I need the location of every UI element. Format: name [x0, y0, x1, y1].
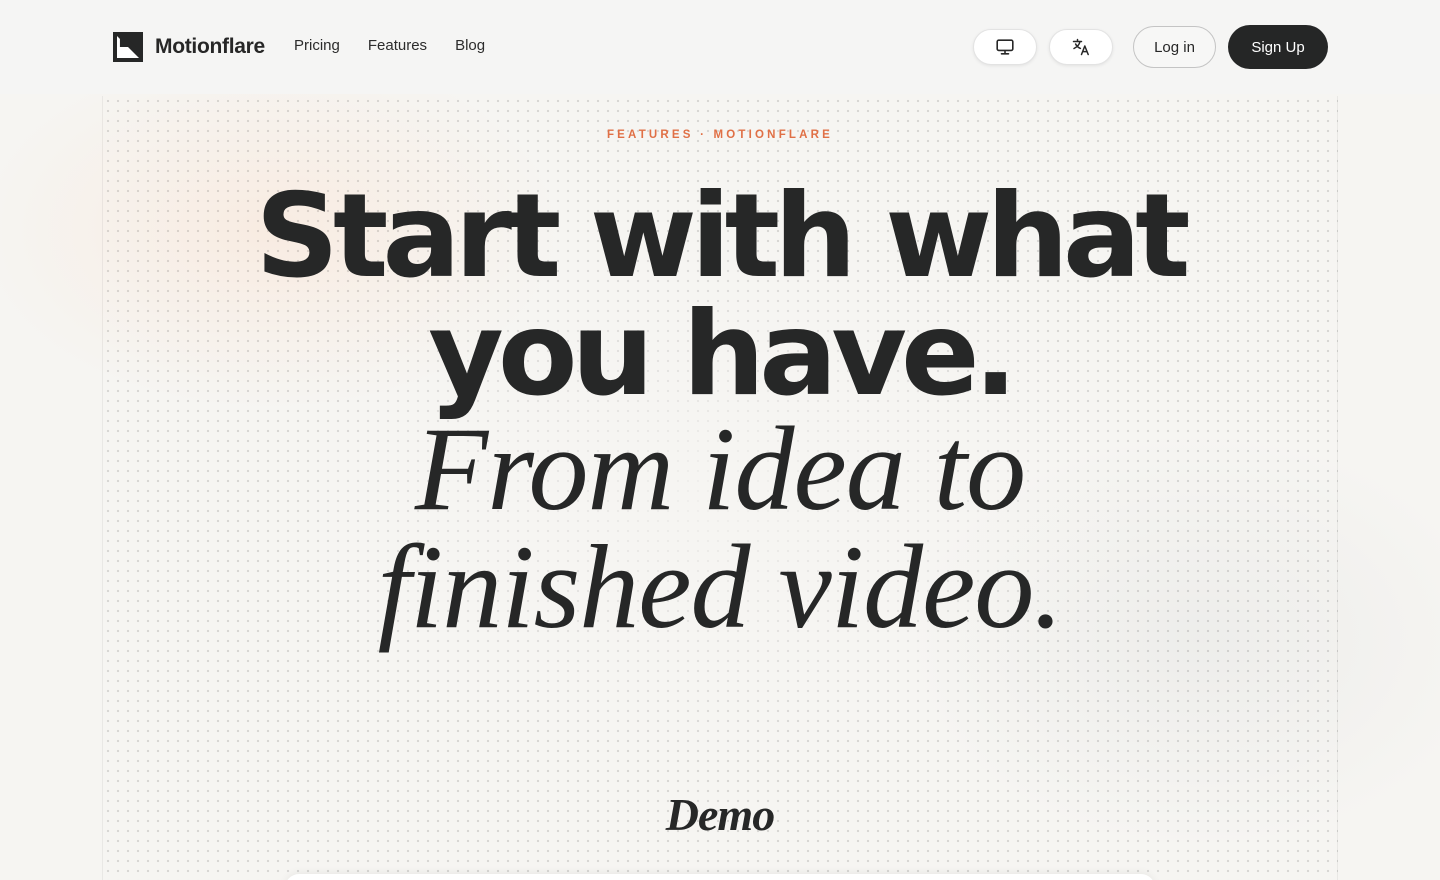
nav-link-pricing[interactable]: Pricing [294, 37, 340, 54]
brand-logo-icon [113, 32, 143, 62]
login-button[interactable]: Log in [1133, 26, 1216, 68]
main-nav: Pricing Features Blog [294, 37, 485, 54]
hero-subheadline-line-1: From idea to [414, 402, 1026, 535]
hero-eyebrow: FEATURES · MOTIONFLARE [606, 129, 834, 141]
hero-subheadline-line-2: finished video. [377, 520, 1064, 653]
nav-link-features[interactable]: Features [368, 37, 427, 54]
hero-headline: Start with what you have. [0, 178, 1440, 414]
monitor-icon [996, 39, 1014, 55]
top-navigation: Motionflare Pricing Features Blog Log in… [0, 0, 1440, 94]
hero-headline-line-2: you have. [428, 287, 1018, 422]
hero-subheadline: From idea to finished video. [0, 402, 1440, 653]
hero-headline-line-1: Start with what [255, 169, 1190, 304]
display-mode-button[interactable] [973, 29, 1037, 65]
nav-link-blog[interactable]: Blog [455, 37, 485, 54]
language-button[interactable] [1049, 29, 1113, 65]
brand-logo-link[interactable]: Motionflare [113, 32, 265, 62]
page: Motionflare Pricing Features Blog Log in… [0, 0, 1440, 880]
demo-video-frame[interactable] [285, 874, 1155, 880]
signup-button[interactable]: Sign Up [1228, 25, 1328, 69]
translate-icon [1072, 38, 1089, 56]
brand-name: Motionflare [155, 35, 265, 58]
demo-section-title: Demo [665, 789, 775, 840]
